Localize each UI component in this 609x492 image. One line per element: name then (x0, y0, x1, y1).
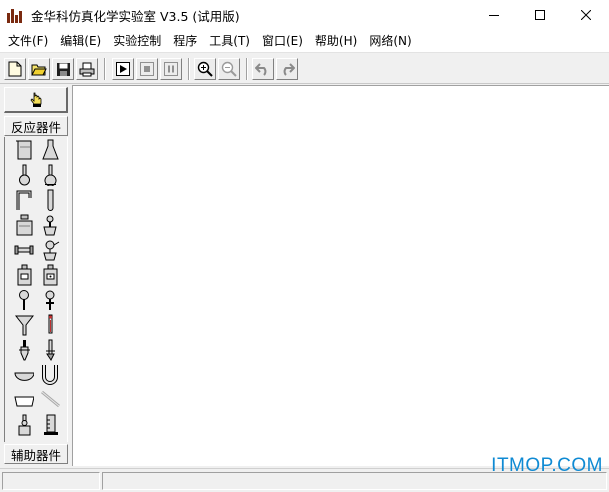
apparatus-palette: 反应器件 辅助器件 (0, 85, 72, 466)
round-flask-icon[interactable] (12, 163, 36, 187)
toolbar-separator (104, 58, 106, 80)
save-disk-icon (56, 62, 70, 76)
toolbar-separator (188, 58, 190, 80)
undo-icon (255, 63, 267, 76)
redo-icon (283, 63, 295, 76)
wash-bottle-icon[interactable] (38, 263, 62, 287)
menu-network[interactable]: 网络(N) (363, 31, 417, 51)
graduated-cylinder-icon[interactable] (38, 413, 62, 437)
kipp-generator-icon[interactable] (12, 413, 36, 437)
tube-clamp-icon[interactable] (12, 238, 36, 262)
status-pane-left (2, 472, 100, 490)
open-button[interactable] (28, 58, 50, 80)
alcohol-lamp-stand-icon[interactable] (38, 213, 62, 237)
separatory-funnel-icon[interactable] (38, 288, 62, 312)
dropper-funnel-icon[interactable] (12, 288, 36, 312)
experiment-canvas[interactable] (72, 85, 609, 466)
beaker-icon[interactable] (12, 138, 36, 162)
group-reaction-tab[interactable]: 反应器件 (4, 116, 68, 136)
run-button[interactable] (112, 58, 134, 80)
toolbar (0, 52, 609, 84)
save-button[interactable] (52, 58, 74, 80)
zoom-in-button[interactable] (194, 58, 216, 80)
dropper-icon[interactable] (12, 338, 36, 362)
flat-flask-icon[interactable] (38, 163, 62, 187)
trough-icon[interactable] (12, 388, 36, 412)
bent-tube-icon[interactable] (12, 188, 36, 212)
funnel-icon[interactable] (12, 313, 36, 337)
zoom-in-icon (197, 61, 213, 77)
new-file-icon (8, 61, 22, 77)
menu-edit[interactable]: 编辑(E) (54, 31, 107, 51)
apparatus-grid (4, 137, 68, 442)
group-auxiliary-tab[interactable]: 辅助器件 (4, 444, 68, 464)
maximize-icon (535, 10, 545, 20)
stop-icon (140, 62, 154, 76)
hand-pointer-icon (29, 92, 41, 107)
undo-button[interactable] (252, 58, 274, 80)
menu-help[interactable]: 帮助(H) (309, 31, 363, 51)
reagent-bottle-icon[interactable] (12, 213, 36, 237)
maximize-button[interactable] (517, 0, 563, 30)
title-bar: 金华科仿真化学实验室 V3.5 (试用版) (0, 0, 609, 30)
distillation-setup-icon[interactable] (38, 238, 62, 262)
test-tube-icon[interactable] (38, 188, 62, 212)
close-button[interactable] (563, 0, 609, 30)
print-button[interactable] (76, 58, 98, 80)
menu-experiment-control[interactable]: 实验控制 (107, 31, 167, 51)
menu-window[interactable]: 窗口(E) (256, 31, 309, 51)
evaporating-dish-icon[interactable] (12, 363, 36, 387)
menu-bar: 文件(F) 编辑(E) 实验控制 程序 工具(T) 窗口(E) 帮助(H) 网络… (0, 30, 609, 52)
play-icon (116, 62, 130, 76)
gas-bottle-icon[interactable] (12, 263, 36, 287)
watermark-text: ITMOP.COM (491, 455, 603, 476)
glass-rod-icon[interactable] (38, 388, 62, 412)
pause-button[interactable] (160, 58, 182, 80)
open-folder-icon (31, 64, 47, 76)
u-tube-icon[interactable] (38, 363, 62, 387)
menu-file[interactable]: 文件(F) (2, 31, 54, 51)
minimize-icon (489, 15, 499, 16)
minimize-button[interactable] (471, 0, 517, 30)
pointer-tool-button[interactable] (4, 87, 68, 113)
burette-icon[interactable] (38, 338, 62, 362)
close-icon (581, 10, 591, 20)
stop-button[interactable] (136, 58, 158, 80)
conical-flask-icon[interactable] (38, 138, 62, 162)
new-button[interactable] (4, 58, 26, 80)
app-icon (7, 7, 25, 23)
zoom-out-icon (221, 61, 237, 77)
thermometer-icon[interactable] (38, 313, 62, 337)
window-title: 金华科仿真化学实验室 V3.5 (试用版) (31, 8, 240, 24)
redo-button[interactable] (276, 58, 298, 80)
print-icon (79, 62, 95, 76)
zoom-out-button[interactable] (218, 58, 240, 80)
menu-tools[interactable]: 工具(T) (203, 31, 256, 51)
menu-program[interactable]: 程序 (167, 31, 203, 51)
toolbar-separator (246, 58, 248, 80)
pause-icon (164, 62, 178, 76)
